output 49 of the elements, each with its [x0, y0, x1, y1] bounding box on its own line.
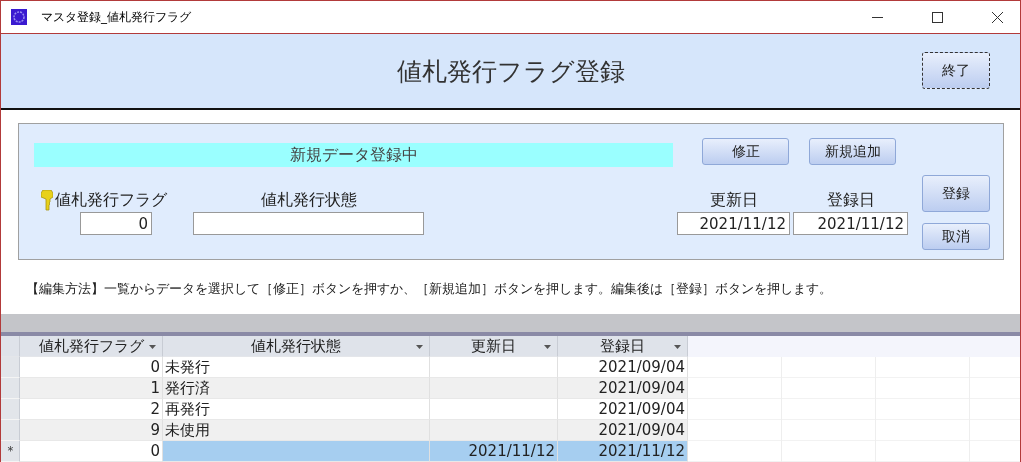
input-field[interactable]: 2021/11/12 [793, 212, 908, 235]
table-cell: 9 [20, 420, 163, 441]
column-header[interactable]: 更新日 [430, 336, 558, 357]
dropdown-arrow-icon[interactable] [674, 345, 681, 349]
field-label: 登録日 [826, 189, 875, 211]
status-banner: 新規データ登録中 [34, 143, 673, 167]
splitter-bar[interactable] [1, 314, 1020, 336]
input-field[interactable] [193, 212, 424, 235]
dropdown-arrow-icon[interactable] [149, 345, 156, 349]
row-selector[interactable] [1, 399, 20, 420]
edit-button[interactable]: 修正 [702, 138, 789, 165]
table-cell: 未発行 [163, 357, 430, 378]
column-header[interactable]: 値札発行状態 [163, 336, 430, 357]
table-cell: 再発行 [163, 399, 430, 420]
row-selector[interactable] [1, 378, 20, 399]
table-cell: 2021/11/12 [430, 441, 558, 462]
table-cell: 2021/09/04 [558, 399, 688, 420]
form-title: 値札発行フラグ登録 [396, 55, 625, 88]
table-cell: 未使用 [163, 420, 430, 441]
row-selector[interactable]: ＊ [1, 441, 20, 462]
field-label: 更新日 [709, 189, 758, 211]
input-field[interactable]: 0 [80, 212, 152, 235]
app-icon [11, 9, 27, 25]
add-button[interactable]: 新規追加 [809, 138, 896, 165]
key-icon [41, 189, 53, 211]
table-cell: 2021/09/04 [558, 420, 688, 441]
table-cell: 発行済 [163, 378, 430, 399]
save-button[interactable]: 登録 [922, 175, 990, 212]
table-cell: 2021/09/04 [558, 357, 688, 378]
select-all-corner[interactable] [1, 336, 20, 357]
field-label: 値札発行フラグ [55, 189, 167, 211]
cancel-button[interactable]: 取消 [922, 223, 990, 250]
table-cell: 2021/09/04 [558, 378, 688, 399]
instructions-text: 【編集方法】一覧からデータを選択して［修正］ボタンを押すか、［新規追加］ボタンを押します。編集後は［登録］ボタンを押します。 [26, 280, 833, 298]
table-cell: 0 [20, 441, 163, 462]
column-header[interactable]: 登録日 [558, 336, 688, 357]
table-cell: 2 [20, 399, 163, 420]
window-title: マスタ登録_値札発行フラグ [41, 8, 192, 26]
dropdown-arrow-icon[interactable] [544, 345, 551, 349]
dropdown-arrow-icon[interactable] [416, 345, 423, 349]
table-cell: 2021/11/12 [558, 441, 688, 462]
field-label: 値札発行状態 [260, 189, 357, 211]
input-field[interactable]: 2021/11/12 [677, 212, 790, 235]
column-header[interactable]: 値札発行フラグ [20, 336, 163, 357]
row-selector[interactable] [1, 357, 20, 378]
exit-button[interactable]: 終了 [922, 52, 990, 89]
table-cell: 0 [20, 357, 163, 378]
row-selector[interactable] [1, 420, 20, 441]
table-cell: 1 [20, 378, 163, 399]
